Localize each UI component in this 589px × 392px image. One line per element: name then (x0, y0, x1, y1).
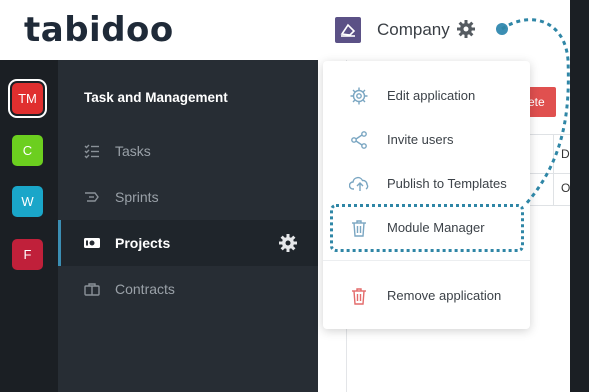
highlight-connector (501, 18, 570, 206)
